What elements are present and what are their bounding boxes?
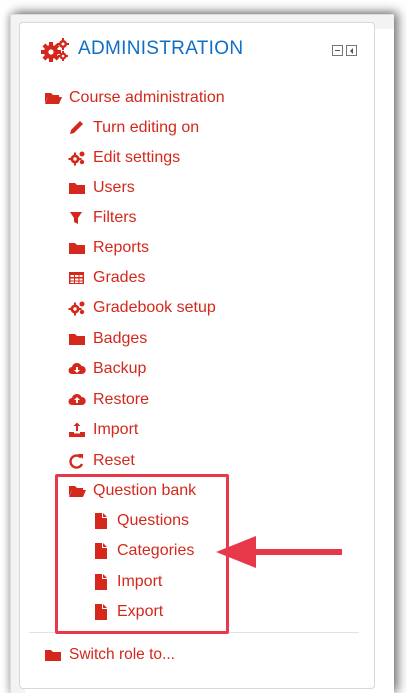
cloud-download-icon: [68, 361, 86, 377]
filter-icon: [68, 210, 86, 226]
tree-item-reset[interactable]: Reset: [68, 449, 135, 473]
tree-item-edit-settings[interactable]: Edit settings: [68, 146, 180, 170]
folder-icon: [68, 240, 86, 256]
gears-icon: [40, 37, 70, 63]
table-icon: [68, 270, 86, 286]
cloud-upload-icon: [68, 392, 86, 408]
tree-item-label: Gradebook setup: [93, 299, 216, 316]
folder-icon: [68, 331, 86, 347]
tree-item-grades[interactable]: Grades: [68, 266, 145, 290]
block-header: ADMINISTRATION: [20, 23, 374, 73]
tree-item-backup[interactable]: Backup: [68, 357, 146, 381]
folder-icon: [44, 647, 62, 663]
tree-item-label: Import: [93, 421, 139, 438]
tree-item-label: Switch role to...: [69, 646, 175, 663]
folder-open-icon: [44, 90, 62, 106]
upload-icon: [68, 422, 86, 438]
tree-item-users[interactable]: Users: [68, 176, 135, 200]
tree-item-gradebook-setup[interactable]: Gradebook setup: [68, 296, 216, 320]
question-bank-highlight: [55, 474, 229, 634]
tree-item-restore[interactable]: Restore: [68, 388, 149, 412]
block-title: ADMINISTRATION: [78, 38, 244, 59]
tree-item-label: Course administration: [69, 89, 225, 106]
tree-item-reports[interactable]: Reports: [68, 236, 149, 260]
refresh-icon: [68, 453, 86, 469]
tree-item-label: Filters: [93, 209, 137, 226]
tree-item-label: Turn editing on: [93, 119, 200, 136]
tree-item-label: Users: [93, 179, 135, 196]
gears-icon: [68, 150, 86, 166]
folder-icon: [68, 180, 86, 196]
gears-icon: [68, 300, 86, 316]
tree-item-label: Reset: [93, 452, 135, 469]
screenshot-stage: ADMINISTRATION Course administration Tur…: [0, 0, 407, 693]
tree-item-label: Edit settings: [93, 149, 181, 166]
tree-item-import[interactable]: Import: [68, 418, 138, 442]
tree-item-label: Backup: [93, 360, 147, 377]
dock-minimize-icon[interactable]: [332, 45, 343, 56]
tree-item-label: Reports: [93, 239, 150, 256]
tree-item-filters[interactable]: Filters: [68, 206, 137, 230]
tree-item-label: Badges: [93, 330, 148, 347]
tree-item-label: Restore: [93, 391, 150, 408]
pencil-icon: [68, 120, 86, 136]
annotation-arrow-icon: [216, 536, 342, 568]
tree-item-course-administration[interactable]: Course administration: [44, 86, 225, 110]
tree-item-switch-role[interactable]: Switch role to...: [44, 643, 175, 667]
tree-item-label: Grades: [93, 269, 146, 286]
tree-item-badges[interactable]: Badges: [68, 327, 147, 351]
tree-item-turn-editing-on[interactable]: Turn editing on: [68, 116, 199, 140]
dock-collapse-icon[interactable]: [346, 45, 357, 56]
